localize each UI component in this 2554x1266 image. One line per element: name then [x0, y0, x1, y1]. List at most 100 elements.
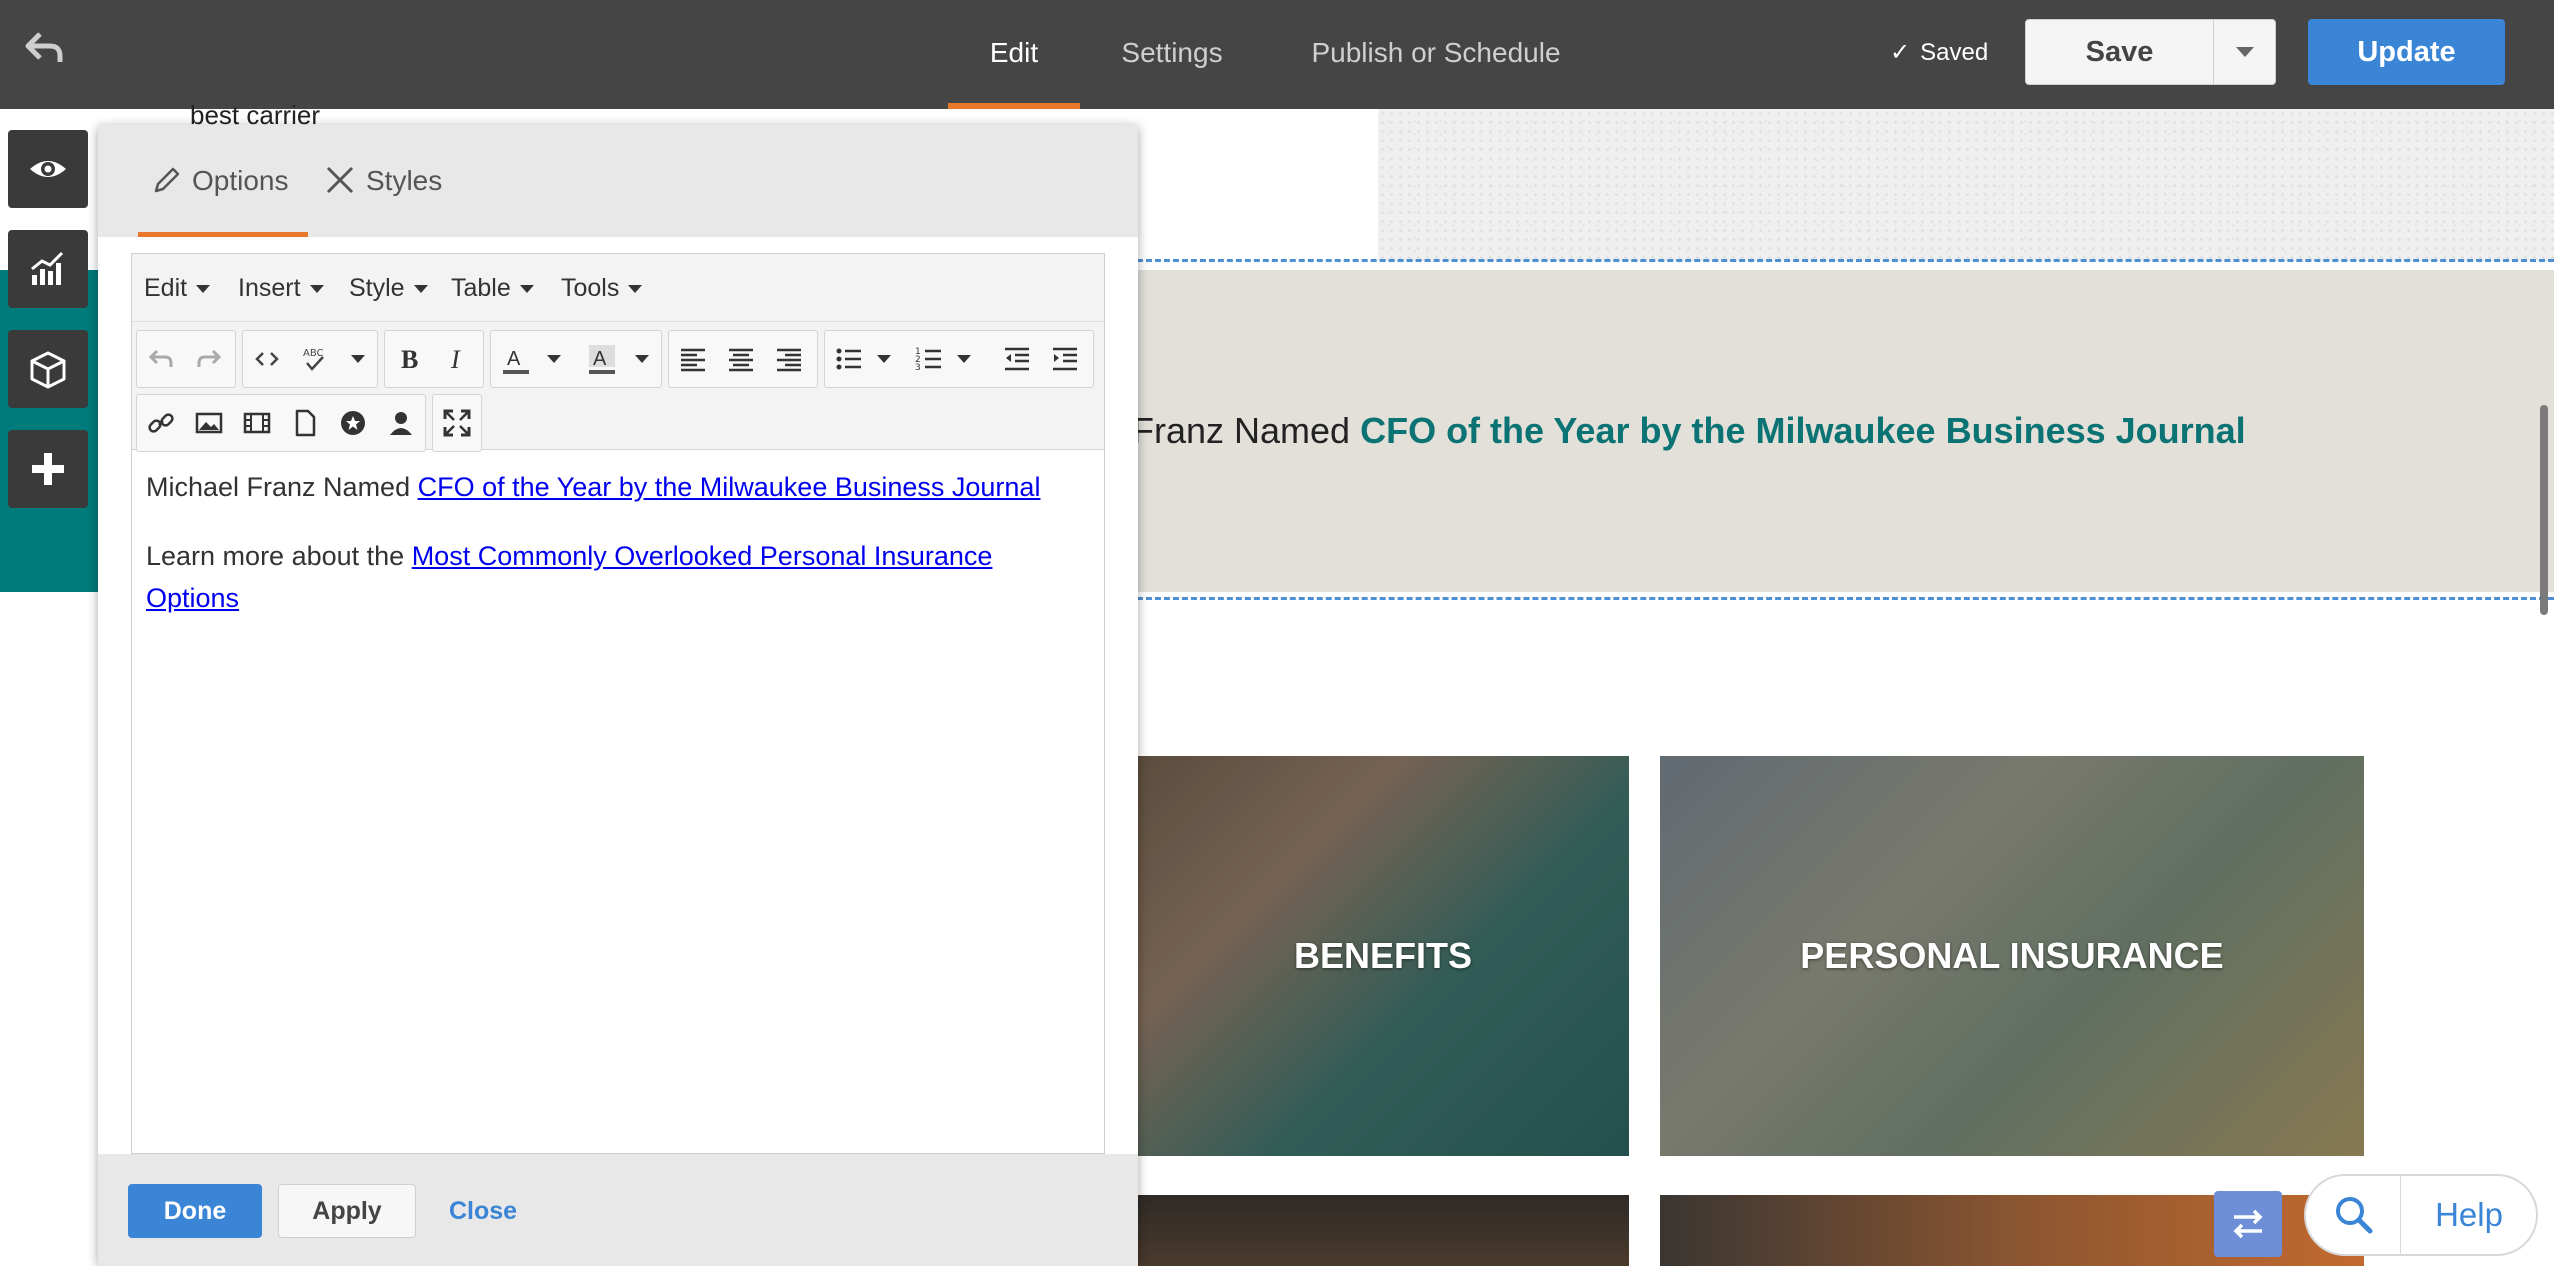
- save-options-dropdown[interactable]: [2215, 20, 2275, 84]
- svg-text:B: B: [401, 345, 418, 373]
- rich-text-editor-panel: Options Styles Edit Insert Style Table T…: [98, 125, 1138, 1266]
- insert-badge-button[interactable]: [329, 395, 377, 451]
- editor-menubar: Edit Insert Style Table Tools: [132, 254, 1104, 322]
- menu-insert[interactable]: Insert: [238, 254, 324, 322]
- help-search-button[interactable]: [2306, 1176, 2401, 1254]
- saved-status: ✓ Saved: [1890, 38, 1988, 67]
- banner-text: Franz Named CFO of the Year by the Milwa…: [1132, 410, 2246, 452]
- swap-button[interactable]: [2214, 1191, 2282, 1257]
- numbered-list-icon: 123: [915, 347, 941, 373]
- background-color-button[interactable]: A: [577, 331, 625, 387]
- indent-button[interactable]: [1041, 331, 1089, 387]
- undo-button[interactable]: [137, 331, 185, 387]
- person-icon: [390, 412, 412, 435]
- align-left-icon: [681, 348, 705, 372]
- menu-style[interactable]: Style: [349, 254, 428, 322]
- styles-tools-icon: [326, 166, 354, 193]
- text-color-button[interactable]: A: [491, 331, 539, 387]
- svg-text:I: I: [450, 345, 461, 373]
- saved-label: Saved: [1920, 39, 1989, 66]
- align-center-button[interactable]: [717, 331, 765, 387]
- content-link[interactable]: CFO of the Year by the Milwaukee Busines…: [418, 472, 1041, 502]
- source-code-button[interactable]: [243, 331, 291, 387]
- tile-benefits[interactable]: BENEFITS: [1137, 756, 1629, 1156]
- background-color-dropdown[interactable]: [627, 331, 655, 387]
- menu-tools[interactable]: Tools: [561, 254, 642, 322]
- italic-button[interactable]: I: [433, 331, 481, 387]
- svg-text:A: A: [593, 348, 607, 370]
- menu-edit[interactable]: Edit: [144, 254, 210, 322]
- textured-background: [1378, 109, 2554, 261]
- svg-text:ABC: ABC: [303, 348, 324, 359]
- text-color-icon: A: [503, 348, 529, 374]
- preview-button[interactable]: [8, 130, 88, 208]
- tile-partial[interactable]: [1137, 1195, 1629, 1266]
- content-paragraph: Learn more about the Most Commonly Overl…: [146, 535, 1090, 619]
- editor-frame: Edit Insert Style Table Tools ABC B I A …: [131, 253, 1105, 1154]
- insert-image-button[interactable]: [185, 395, 233, 451]
- code-group: ABC: [242, 330, 378, 388]
- add-button[interactable]: [8, 430, 88, 508]
- insert-group: [136, 394, 426, 452]
- editor-toolbar: ABC B I A A 1 2 3: [132, 322, 1104, 452]
- align-center-icon: [729, 348, 753, 372]
- bullet-list-button[interactable]: [825, 331, 873, 387]
- align-left-button[interactable]: [669, 331, 717, 387]
- modules-button[interactable]: [8, 330, 88, 408]
- analytics-button[interactable]: [8, 230, 88, 308]
- insert-document-button[interactable]: [281, 395, 329, 451]
- editor-content-area[interactable]: Michael Franz Named CFO of the Year by t…: [132, 450, 1104, 1153]
- pencil-icon: [154, 167, 180, 192]
- redo-button[interactable]: [185, 331, 233, 387]
- list-indent-group: 123: [824, 330, 1094, 388]
- document-icon: [295, 409, 316, 437]
- back-button[interactable]: [24, 30, 74, 74]
- tab-settings[interactable]: Settings: [1110, 0, 1234, 109]
- numbered-list-button[interactable]: 123: [905, 331, 953, 387]
- done-button[interactable]: Done: [128, 1184, 262, 1238]
- content-paragraph: Michael Franz Named CFO of the Year by t…: [146, 466, 1090, 508]
- numbered-list-dropdown[interactable]: [949, 331, 977, 387]
- paragraph-text: Michael Franz Named: [146, 472, 418, 502]
- spellcheck-dropdown[interactable]: [343, 331, 371, 387]
- tab-publish-or-schedule[interactable]: Publish or Schedule: [1298, 0, 1574, 109]
- scrollbar-thumb[interactable]: [2540, 405, 2548, 615]
- panel-footer: Done Apply Close: [98, 1154, 1138, 1266]
- text-color-dropdown[interactable]: [539, 331, 567, 387]
- bold-icon: B: [401, 345, 418, 373]
- banner-prefix: Franz Named: [1132, 410, 1361, 451]
- background-color-icon: A: [589, 345, 615, 374]
- menu-table[interactable]: Table: [451, 254, 534, 322]
- banner-link[interactable]: CFO of the Year by the Milwaukee Busines…: [1360, 410, 2246, 451]
- fullscreen-icon: [443, 409, 471, 437]
- close-button[interactable]: Close: [438, 1184, 528, 1238]
- bold-button[interactable]: B: [385, 331, 433, 387]
- insert-person-button[interactable]: [377, 395, 425, 451]
- save-button[interactable]: Save: [2026, 20, 2214, 84]
- apply-button[interactable]: Apply: [278, 1184, 416, 1238]
- italic-icon: I: [450, 345, 461, 373]
- help-widget: Help: [2304, 1174, 2538, 1256]
- tab-options[interactable]: Options: [138, 125, 308, 237]
- section-border-top: [1137, 259, 2554, 262]
- spellcheck-button[interactable]: ABC: [291, 331, 339, 387]
- insert-link-button[interactable]: [137, 395, 185, 451]
- checkmark-icon: ✓: [1890, 39, 1911, 66]
- fullscreen-button[interactable]: [433, 395, 481, 451]
- eye-icon: [30, 161, 66, 177]
- align-right-button[interactable]: [765, 331, 813, 387]
- update-button[interactable]: Update: [2308, 19, 2505, 85]
- tab-edit[interactable]: Edit: [948, 0, 1080, 109]
- swap-arrows-icon: [2233, 1209, 2263, 1239]
- insert-media-button[interactable]: [233, 395, 281, 451]
- tile-personal-insurance[interactable]: PERSONAL INSURANCE: [1660, 756, 2364, 1156]
- save-button-group: Save: [2025, 19, 2276, 85]
- bullet-list-dropdown[interactable]: [869, 331, 897, 387]
- fullscreen-group: [432, 394, 482, 452]
- redo-icon: [197, 349, 222, 367]
- help-button[interactable]: Help: [2402, 1176, 2536, 1254]
- tab-styles[interactable]: Styles: [324, 125, 454, 237]
- cube-icon: [30, 351, 66, 389]
- outdent-button[interactable]: [993, 331, 1041, 387]
- paragraph-text: Learn more about the: [146, 541, 412, 571]
